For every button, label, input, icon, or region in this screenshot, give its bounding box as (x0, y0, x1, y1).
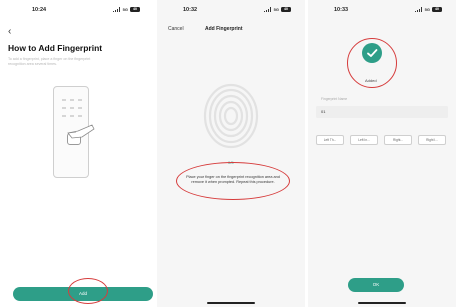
finger-chip[interactable]: Right... (384, 135, 412, 145)
fingerprint-icon (203, 83, 259, 149)
network-label: 5G (424, 7, 430, 12)
highlight-circle (68, 278, 108, 304)
home-indicator (207, 302, 255, 304)
page-title: Add Fingerprint (205, 26, 243, 32)
phone-screen-how-to-add: 10:24 5G 40 ‹ How to Add Fingerprint To … (6, 0, 154, 307)
finger-chip[interactable]: Right I... (418, 135, 446, 145)
status-bar: 10:32 5G 40 (157, 7, 305, 17)
signal-icon (263, 7, 272, 12)
home-indicator (358, 302, 406, 304)
fingerprint-name-label: Fingerprint Name (321, 97, 348, 101)
hand-illustration (67, 124, 95, 139)
battery-icon: 40 (432, 7, 442, 12)
network-label: 5G (273, 7, 279, 12)
battery-icon: 40 (130, 7, 140, 12)
signal-icon (414, 7, 423, 12)
page-title: How to Add Fingerprint (8, 43, 103, 53)
status-bar: 10:33 5G 40 (308, 7, 456, 17)
network-label: 5G (122, 7, 128, 12)
fingerprint-name-input[interactable]: 01 (316, 106, 448, 118)
battery-icon: 40 (281, 7, 291, 12)
status-time: 10:33 (334, 7, 349, 13)
page-description: To add a fingerprint, place a finger on … (8, 57, 91, 66)
highlight-circle (176, 162, 290, 200)
ok-button[interactable]: OK (348, 278, 404, 292)
signal-icon (112, 7, 121, 12)
status-time: 10:32 (183, 7, 198, 13)
phone-screen-added: 10:33 5G 40 Added Fingerprint Name 01 Le… (308, 0, 456, 307)
highlight-circle (347, 38, 397, 88)
phone-screen-add-fingerprint: 10:32 5G 40 Cancel Add Fingerprint 0/5 P… (157, 0, 305, 307)
cancel-button[interactable]: Cancel (168, 26, 184, 32)
status-time: 10:24 (32, 7, 47, 13)
back-arrow-icon[interactable]: ‹ (8, 26, 11, 37)
finger-chip-group: Left Th... Left In... Right... Right I..… (316, 135, 450, 145)
status-bar: 10:24 5G 40 (6, 7, 154, 17)
finger-chip[interactable]: Left Th... (316, 135, 344, 145)
navigation-bar: Cancel Add Fingerprint (157, 26, 305, 36)
finger-chip[interactable]: Left In... (350, 135, 378, 145)
